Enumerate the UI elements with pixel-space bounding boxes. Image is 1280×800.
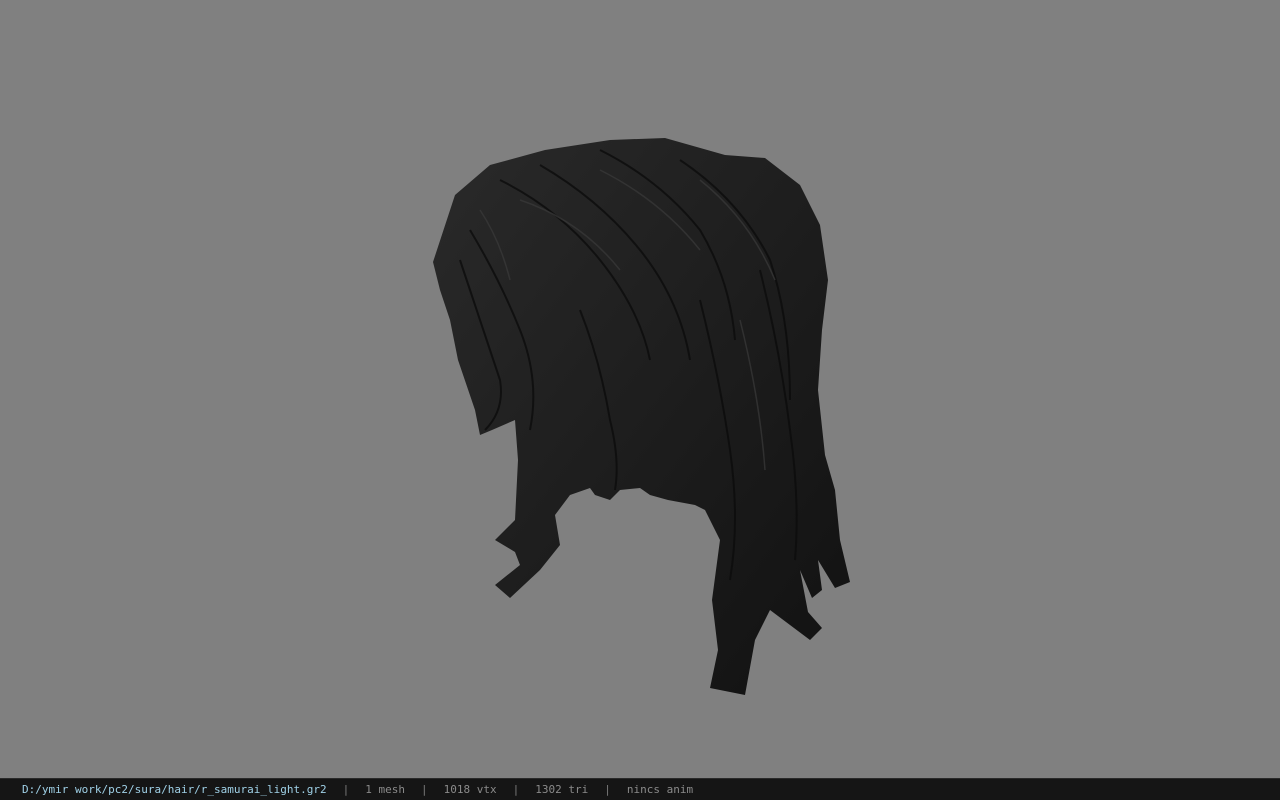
3d-viewport[interactable] xyxy=(0,0,1280,778)
status-separator: | xyxy=(421,783,428,796)
animation-status: nincs anim xyxy=(626,783,694,796)
hair-mesh-icon xyxy=(433,138,850,695)
status-separator: | xyxy=(512,783,520,796)
status-separator: | xyxy=(342,783,350,796)
status-bar: D:/ymir work/pc2/sura/hair/r_samurai_lig… xyxy=(0,778,1280,800)
model-file-path: D:/ymir work/pc2/sura/hair/r_samurai_lig… xyxy=(22,783,327,796)
mesh-count: 1 mesh xyxy=(365,783,406,796)
triangle-count: 1302 tri xyxy=(535,783,589,796)
status-separator: | xyxy=(604,783,611,796)
vertex-count: 1018 vtx xyxy=(443,783,497,796)
